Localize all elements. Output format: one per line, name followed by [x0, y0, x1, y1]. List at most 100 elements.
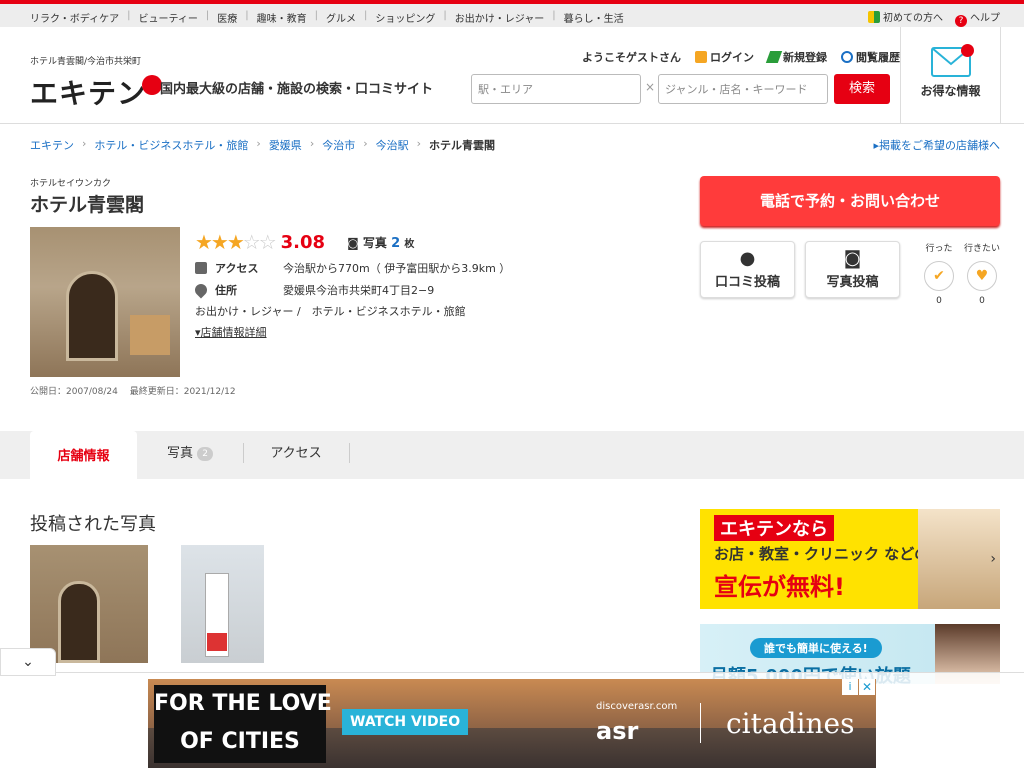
nav-shopping[interactable]: ショッピング — [375, 10, 435, 25]
ad1-big: 宣伝が無料! — [714, 573, 845, 601]
listing-info-link[interactable]: ▸掲載をご希望の店舗様へ — [873, 137, 1000, 153]
review-post-button[interactable]: ● 口コミ投稿 — [700, 241, 795, 298]
chevron-right-icon: › — [363, 137, 368, 150]
photo-count-link[interactable]: ◙ 写真 2 枚 — [347, 234, 414, 251]
photo-count-label: 写真 — [362, 235, 387, 250]
nav-sep: | — [443, 10, 447, 21]
want-count: 0 — [979, 296, 985, 306]
register-label: 新規登録 — [783, 51, 827, 64]
shop-detail-link[interactable]: ▾店舗情報詳細 — [195, 324, 267, 340]
publish-dates: 公開日：2007/08/24 最終更新日：2021/12/12 — [30, 387, 236, 397]
address-value: 愛媛県今治市共栄町4丁目2−9 — [283, 284, 435, 297]
bottom-banner-ad[interactable]: FOR THE LOVE OF CITIES WATCH VIDEO discov… — [148, 679, 876, 768]
tab-divider — [349, 443, 350, 463]
chevron-right-icon: › — [256, 137, 261, 150]
beginner-label: 初めての方へ — [883, 13, 943, 24]
nav-beauty[interactable]: ビューティー — [138, 10, 197, 25]
map-pin-icon — [192, 281, 210, 299]
photo-count-value: 2 — [391, 235, 401, 251]
photo-count-unit: 枚 — [404, 238, 415, 250]
rating-score: 3.08 — [280, 231, 326, 253]
posted-photo-2[interactable] — [181, 545, 264, 663]
listing-info-label: 掲載をご希望の店舗様へ — [879, 139, 1000, 152]
area-input[interactable]: 駅・エリア — [471, 74, 641, 104]
help-link[interactable]: ? ヘルプ — [955, 9, 1000, 27]
went-count: 0 — [936, 296, 942, 306]
breadcrumb-home[interactable]: エキテン — [30, 137, 74, 153]
camera-icon: ◙ — [843, 248, 862, 269]
tab-access[interactable]: アクセス — [243, 431, 349, 479]
chevron-right-icon: › — [309, 137, 315, 150]
pencil-icon — [765, 51, 783, 63]
history-link[interactable]: 閲覧履歴 — [841, 49, 900, 65]
went-toggle[interactable]: 行った ✔ 0 — [919, 241, 959, 306]
section-title: 投稿された写真 — [30, 514, 156, 535]
site-tagline: 国内最大級の店舗・施設の検索・口コミサイト — [160, 82, 434, 97]
login-link[interactable]: ログイン — [695, 49, 754, 65]
banner-headline-1: FOR THE LOVE — [154, 691, 332, 716]
tab-photos[interactable]: 写真 2 — [137, 431, 243, 479]
beginner-mark-icon — [868, 11, 880, 23]
nav-gourmet[interactable]: グルメ — [326, 10, 356, 25]
clear-icon[interactable]: × — [645, 80, 655, 94]
chevron-right-icon: › — [416, 137, 422, 150]
site-logo[interactable]: エキテン — [30, 72, 163, 112]
close-icon[interactable]: ✕ — [859, 679, 875, 695]
nav-sep: | — [364, 10, 368, 21]
breadcrumb-city[interactable]: 今治市 — [322, 137, 355, 153]
shop-main-photo[interactable] — [30, 227, 180, 377]
lock-icon — [695, 51, 707, 63]
shop-kana: ホテルセイウンカク — [30, 179, 112, 189]
beginner-link[interactable]: 初めての方へ — [868, 9, 943, 27]
speech-bubble-icon: ● — [739, 248, 756, 269]
ad1-headline: エキテンなら — [714, 515, 834, 541]
photo-door — [66, 271, 118, 361]
banner-headline: FOR THE LOVE OF CITIES — [154, 685, 332, 763]
chevron-right-icon: › — [82, 137, 87, 150]
banner-url: discoverasr.com — [596, 701, 678, 712]
photo-post-button[interactable]: ◙ 写真投稿 — [805, 241, 900, 298]
register-link[interactable]: 新規登録 — [765, 49, 827, 65]
watch-video-button[interactable]: WATCH VIDEO — [342, 709, 469, 735]
top-links: 初めての方へ ? ヘルプ — [868, 9, 1000, 27]
nav-medical[interactable]: 医療 — [217, 10, 237, 25]
nav-living[interactable]: 暮らし・生活 — [564, 10, 624, 25]
chevron-right-icon: › — [990, 551, 996, 567]
access-row: アクセス 今治駅から770m（ 伊予富田駅から3.9km ） — [195, 260, 510, 276]
keyword-input[interactable]: ジャンル・店名・キーワード — [658, 74, 828, 104]
tab-shop-info[interactable]: 店舗情報 — [30, 431, 137, 479]
call-reserve-button[interactable]: 電話で予約・お問い合わせ — [700, 176, 1000, 226]
check-icon: ✔ — [924, 261, 954, 291]
want-toggle[interactable]: 行きたい ♥ 0 — [962, 241, 1002, 306]
category-nav: リラク・ボディケア | ビューティー | 医療 | 趣味・教育 | グルメ | ショッピン… — [30, 10, 624, 25]
nav-sep: | — [314, 10, 319, 21]
heart-icon: ♥ — [967, 261, 997, 291]
stars-empty: ☆☆ — [242, 230, 277, 254]
deal-button[interactable]: お得な情報 — [900, 27, 1001, 123]
page-title: ホテル青雲閣 — [30, 194, 145, 216]
star-rating-icon: ★★★☆☆ — [195, 230, 277, 254]
top-bar: リラク・ボディケア | ビューティー | 医療 | 趣味・教育 | グルメ | ショッピン… — [0, 0, 1024, 27]
address-label: 住所 — [215, 284, 237, 297]
nav-relax[interactable]: リラク・ボディケア — [30, 10, 119, 25]
search-button[interactable]: 検索 — [834, 74, 890, 104]
breadcrumb-current: ホテル青雲閣 — [429, 139, 496, 152]
nav-leisure[interactable]: お出かけ・レジャー — [455, 10, 545, 25]
posted-photo-1[interactable] — [30, 545, 148, 663]
photo-sign-red — [207, 633, 227, 651]
free-listing-ad[interactable]: エキテンなら お店・教室・クリニック などの 宣伝が無料! › — [700, 509, 1000, 609]
breadcrumb-station[interactable]: 今治駅 — [376, 137, 409, 153]
photo-door — [58, 581, 100, 663]
ad1-people-image — [918, 509, 1000, 609]
rating-row: ★★★☆☆ 3.08 ◙ 写真 2 枚 — [195, 230, 414, 254]
breadcrumb-prefecture[interactable]: 愛媛県 — [269, 137, 302, 153]
photo-post-label: 写真投稿 — [826, 275, 879, 290]
ad-info-icon[interactable]: i — [842, 679, 858, 695]
deal-label: お得な情報 — [920, 84, 981, 98]
nav-hobby[interactable]: 趣味・教育 — [257, 10, 307, 25]
nav-sep: | — [552, 10, 556, 21]
went-label: 行った — [925, 244, 953, 254]
collapse-ad-button[interactable]: ⌄ — [0, 648, 56, 676]
breadcrumb: エキテン › ホテル・ビジネスホテル・旅館 › 愛媛県 › 今治市 › 今治駅 › ホテル… — [30, 137, 495, 153]
breadcrumb-category[interactable]: ホテル・ビジネスホテル・旅館 — [94, 137, 248, 153]
